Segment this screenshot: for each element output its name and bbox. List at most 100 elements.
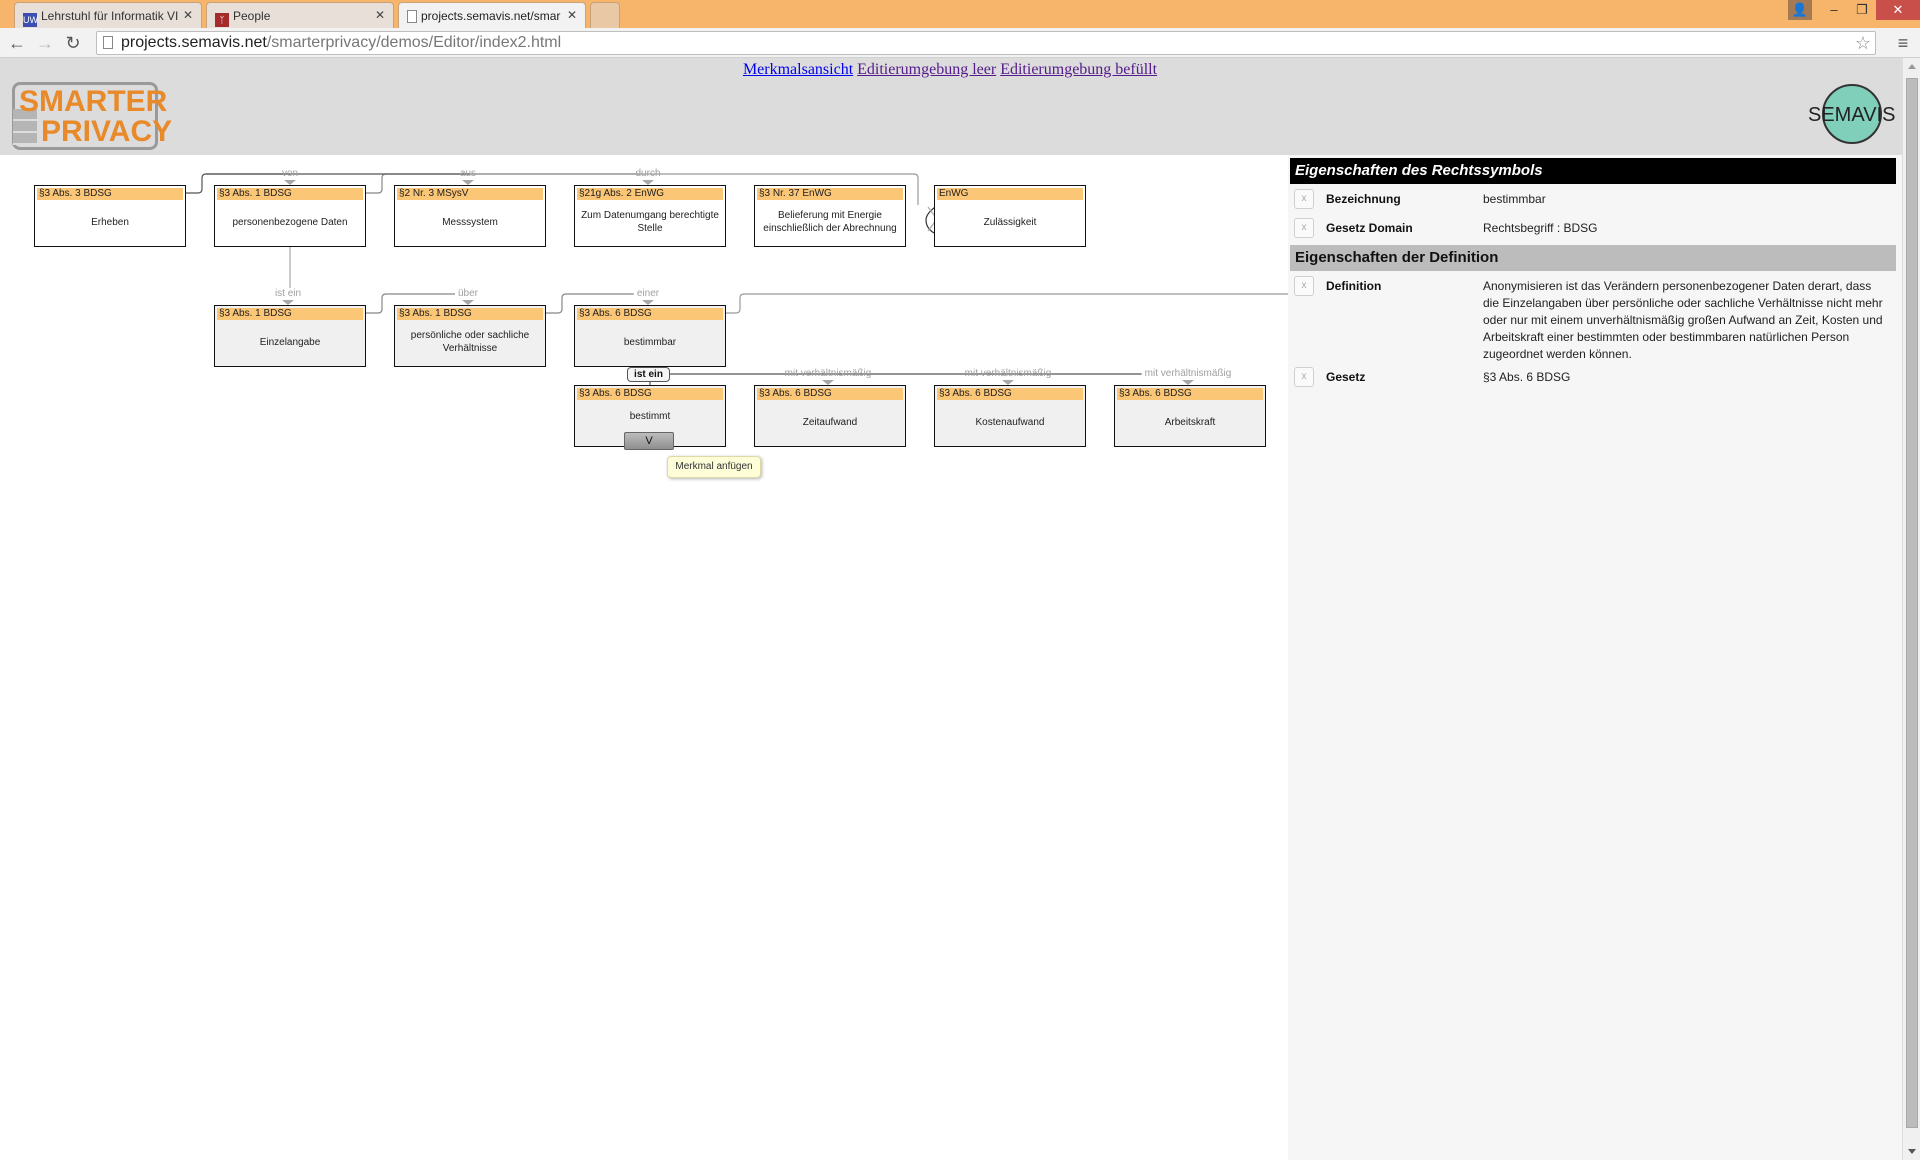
- graph-node[interactable]: §3 Abs. 6 BDSG Zeitaufwand: [754, 385, 906, 447]
- remove-button[interactable]: x: [1294, 218, 1314, 238]
- bookmark-star-icon[interactable]: ☆: [1855, 32, 1871, 54]
- prop-value[interactable]: Rechtsbegriff : BDSG: [1483, 220, 1888, 237]
- node-law: §3 Abs. 6 BDSG: [937, 388, 1083, 400]
- back-icon[interactable]: ←: [6, 32, 28, 54]
- graph-node[interactable]: §3 Abs. 3 BDSG Erheben: [34, 185, 186, 247]
- edge-label-mit-verhaeltnismaessig[interactable]: mit verhältnismäßig: [785, 368, 872, 379]
- page-scrollbar[interactable]: [1902, 58, 1920, 1160]
- section-title-rechtssymbol: Eigenschaften des Rechtssymbols: [1290, 158, 1896, 184]
- restore-button[interactable]: ❐: [1848, 0, 1876, 20]
- graph-node[interactable]: §3 Abs. 6 BDSG Arbeitskraft: [1114, 385, 1266, 447]
- semavis-logo: SEMAVIS: [1808, 84, 1895, 148]
- tooltip: Merkmal anfügen: [667, 456, 761, 478]
- edge-label-von[interactable]: von: [282, 168, 298, 179]
- close-window-button[interactable]: ✕: [1876, 0, 1920, 20]
- edge-label-einer[interactable]: einer: [633, 288, 663, 299]
- reload-icon[interactable]: ↻: [62, 32, 84, 54]
- browser-toolbar: ← → ↻ projects.semavis.net/smarterprivac…: [0, 28, 1920, 58]
- prop-name: Definition: [1326, 279, 1382, 293]
- tab-semavis[interactable]: projects.semavis.net/smar ✕: [398, 2, 586, 28]
- node-label: Einzelangabe: [259, 336, 321, 348]
- section-title-definition: Eigenschaften der Definition: [1290, 245, 1896, 271]
- close-tab-icon[interactable]: ✕: [183, 8, 193, 22]
- edge-label-mit-verhaeltnismaessig[interactable]: mit verhältnismäßig: [965, 368, 1052, 379]
- profile-icon[interactable]: 👤: [1788, 0, 1812, 20]
- graph-node[interactable]: §3 Abs. 1 BDSG persönliche oder sachlich…: [394, 305, 546, 367]
- node-law: §3 Abs. 3 BDSG: [37, 188, 183, 200]
- add-feature-button[interactable]: V: [624, 432, 674, 450]
- prop-value[interactable]: bestimmbar: [1483, 191, 1888, 208]
- graph-node[interactable]: EnWG Zulässigkeit: [934, 185, 1086, 247]
- node-label: Zeitaufwand: [802, 416, 858, 428]
- node-label: bestimmbar: [623, 336, 677, 348]
- graph-node[interactable]: §3 Nr. 37 EnWG Belieferung mit Energie e…: [754, 185, 906, 247]
- scroll-down-icon[interactable]: [1908, 1149, 1916, 1154]
- node-label: personenbezogene Daten: [232, 216, 348, 228]
- node-label: Belieferung mit Energie einschließlich d…: [763, 210, 897, 234]
- tab-lehrstuhl[interactable]: UW Lehrstuhl für Informatik VI ✕: [14, 2, 202, 28]
- browser-tab-bar: UW Lehrstuhl für Informatik VI ✕ ᛉ People …: [0, 0, 1920, 28]
- prop-value[interactable]: §3 Abs. 6 BDSG: [1483, 369, 1888, 386]
- prop-row-definition: x Definition Anonymisieren ist das Verän…: [1290, 276, 1890, 366]
- edge-label-mit-verhaeltnismaessig[interactable]: mit verhältnismäßig: [1141, 368, 1235, 379]
- page-icon: [103, 36, 113, 49]
- prop-name: Bezeichnung: [1326, 192, 1401, 206]
- selected-edge-label[interactable]: ist ein: [627, 367, 670, 382]
- graph-node[interactable]: §2 Nr. 3 MSysV Messsystem: [394, 185, 546, 247]
- node-label: Kostenaufwand: [975, 416, 1045, 428]
- minimize-button[interactable]: –: [1820, 0, 1848, 20]
- node-law: §21g Abs. 2 EnWG: [577, 188, 723, 200]
- link-editierumgebung-leer[interactable]: Editierumgebung leer: [857, 61, 996, 78]
- link-merkmalsansicht[interactable]: Merkmalsansicht: [743, 61, 853, 78]
- prop-name: Gesetz Domain: [1326, 221, 1413, 235]
- node-law: §3 Abs. 6 BDSG: [1117, 388, 1263, 400]
- close-tab-icon[interactable]: ✕: [567, 8, 577, 22]
- remove-button[interactable]: x: [1294, 276, 1314, 296]
- node-label: Messsystem: [442, 216, 498, 228]
- node-label: Arbeitskraft: [1164, 416, 1216, 428]
- properties-panel: Eigenschaften des Rechtssymbols x Bezeic…: [1288, 155, 1902, 1160]
- edge-label-aus[interactable]: aus: [460, 168, 476, 179]
- new-tab-button[interactable]: [590, 2, 620, 28]
- remove-button[interactable]: x: [1294, 367, 1314, 387]
- nav-links: Merkmalsansicht Editierumgebung leer Edi…: [0, 61, 1900, 79]
- smarterprivacy-logo: SMARTER PRIVACY: [12, 82, 172, 150]
- prop-row-gesetz: x Gesetz §3 Abs. 6 BDSG: [1290, 367, 1890, 391]
- uw-favicon-icon: UW: [23, 13, 38, 27]
- prop-name: Gesetz: [1326, 370, 1366, 384]
- menu-icon[interactable]: ≡: [1892, 32, 1914, 54]
- node-law: §3 Abs. 1 BDSG: [217, 308, 363, 320]
- node-law: §3 Abs. 6 BDSG: [757, 388, 903, 400]
- graph-node[interactable]: §3 Abs. 6 BDSG Kostenaufwand: [934, 385, 1086, 447]
- scroll-up-icon[interactable]: [1908, 64, 1916, 69]
- close-tab-icon[interactable]: ✕: [375, 8, 385, 22]
- edge-label-ist-ein[interactable]: ist ein: [274, 288, 302, 299]
- node-label: Erheben: [91, 216, 129, 228]
- node-label: bestimmt: [629, 410, 671, 422]
- graph-node[interactable]: §3 Abs. 1 BDSG personenbezogene Daten: [214, 185, 366, 247]
- node-law: §3 Abs. 6 BDSG: [577, 388, 723, 400]
- node-label: persönliche oder sachliche Verhältnisse: [410, 330, 530, 354]
- forward-icon[interactable]: →: [34, 32, 56, 54]
- node-law: §3 Abs. 6 BDSG: [577, 308, 723, 320]
- prop-row-bezeichnung: x Bezeichnung bestimmbar: [1290, 189, 1890, 213]
- prop-value[interactable]: Anonymisieren ist das Verändern personen…: [1483, 278, 1888, 363]
- graph-node-selected[interactable]: §3 Abs. 6 BDSG bestimmbar: [574, 305, 726, 367]
- edge-label-durch[interactable]: durch: [635, 168, 660, 179]
- graph-node[interactable]: §3 Abs. 1 BDSG Einzelangabe: [214, 305, 366, 367]
- node-law: §2 Nr. 3 MSysV: [397, 188, 543, 200]
- address-bar[interactable]: projects.semavis.net/smarterprivacy/demo…: [96, 31, 1876, 55]
- tab-people[interactable]: ᛉ People ✕: [206, 2, 394, 28]
- edge-label-ueber[interactable]: über: [454, 288, 482, 299]
- prop-row-gesetz-domain: x Gesetz Domain Rechtsbegriff : BDSG: [1290, 218, 1890, 242]
- node-label: Zulässigkeit: [983, 216, 1037, 228]
- link-editierumgebung-befuellt[interactable]: Editierumgebung befüllt: [1000, 61, 1157, 78]
- page-header: Merkmalsansicht Editierumgebung leer Edi…: [0, 58, 1902, 155]
- remove-button[interactable]: x: [1294, 189, 1314, 209]
- node-law: §3 Abs. 1 BDSG: [397, 308, 543, 320]
- page-favicon-icon: [407, 10, 417, 23]
- node-law: §3 Nr. 37 EnWG: [757, 188, 903, 200]
- graph-node[interactable]: §21g Abs. 2 EnWG Zum Datenumgang berecht…: [574, 185, 726, 247]
- scroll-thumb[interactable]: [1906, 78, 1918, 1128]
- acrobat-favicon-icon: ᛉ: [215, 13, 229, 27]
